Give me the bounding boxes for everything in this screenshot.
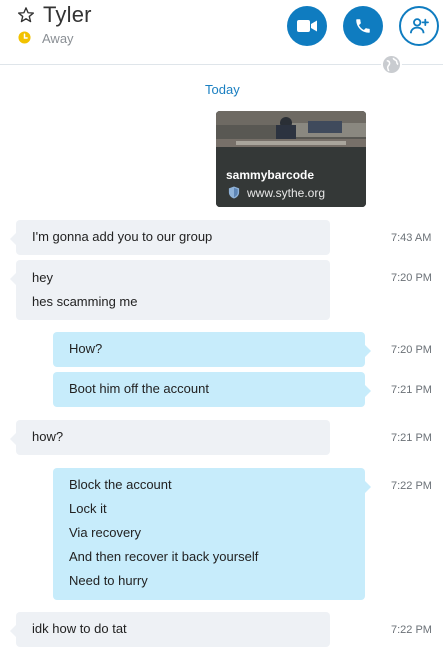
clock-icon [18,31,31,44]
message-text: Need to hurry [69,573,148,588]
audio-call-button[interactable] [343,6,383,46]
date-divider: Today [205,82,240,97]
star-icon[interactable] [17,6,35,24]
message-text: I'm gonna add you to our group [32,229,213,244]
message-text: hey [32,270,53,285]
message-text: idk how to do tat [32,621,127,636]
message-bubble-incoming[interactable]: I'm gonna add you to our group [10,220,330,255]
link-preview-card[interactable]: sammybarcode www.sythe.org [216,111,366,207]
conversation-header: Tyler Away [0,0,443,65]
add-people-button[interactable] [399,6,439,46]
message-list[interactable]: Today sammybarcode www.sythe.org I'm gon… [0,65,443,651]
message-bubble-outgoing[interactable]: Boot him off the account [53,372,371,407]
shield-icon [228,186,240,199]
message-timestamp: 7:21 PM [391,384,432,396]
message-text: Lock it [69,501,107,516]
add-people-icon [410,18,429,34]
message-text: And then recover it back yourself [69,549,259,564]
message-timestamp: 7:20 PM [391,344,432,356]
video-call-button[interactable] [287,6,327,46]
link-preview-title[interactable]: sammybarcode [226,168,314,182]
message-timestamp: 7:20 PM [391,272,432,284]
message-timestamp: 7:22 PM [391,624,432,636]
message-bubble-outgoing[interactable]: Block the account Lock it Via recovery A… [53,468,371,600]
message-timestamp: 7:43 AM [391,232,432,244]
audio-call-icon [356,19,370,33]
video-call-icon [297,20,317,32]
message-text: Via recovery [69,525,142,540]
message-bubble-incoming[interactable]: idk how to do tat [10,612,330,647]
contact-name[interactable]: Tyler [43,2,92,28]
link-preview-url[interactable]: www.sythe.org [247,186,325,200]
message-text: how? [32,429,64,444]
message-text: How? [69,341,103,356]
message-bubble-incoming[interactable]: hey hes scamming me [10,260,330,320]
message-bubble-outgoing[interactable]: How? [53,332,371,367]
message-timestamp: 7:22 PM [391,480,432,492]
message-timestamp: 7:21 PM [391,432,432,444]
message-bubble-incoming[interactable]: how? [10,420,330,455]
message-text: hes scamming me [32,294,138,309]
message-text: Block the account [69,477,172,492]
presence-status: Away [42,31,74,46]
message-text: Boot him off the account [69,381,209,396]
